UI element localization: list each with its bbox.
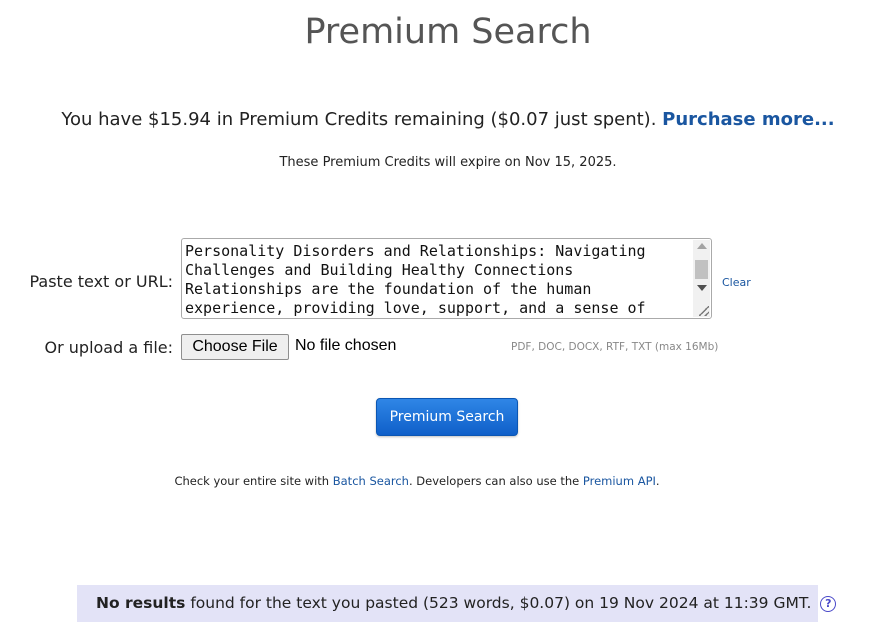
credits-line: You have $15.94 in Premium Credits remai… (0, 109, 881, 130)
file-formats-hint: PDF, DOC, DOCX, RTF, TXT (max 16Mb) (511, 341, 719, 353)
scroll-down-icon[interactable] (697, 285, 707, 291)
help-icon[interactable]: ? (820, 596, 837, 612)
premium-api-link[interactable]: Premium API (583, 474, 656, 488)
results-status: No results (96, 594, 186, 612)
clear-link[interactable]: Clear (722, 276, 751, 289)
batch-info: Check your entire site with Batch Search… (0, 474, 834, 488)
results-details: found for the text you pasted (523 words… (185, 594, 812, 612)
credits-expiry: These Premium Credits will expire on Nov… (279, 155, 617, 170)
paste-label: Paste text or URL: (29, 272, 173, 291)
batch-text-before: Check your entire site with (174, 474, 333, 488)
upload-label: Or upload a file: (44, 338, 173, 357)
resize-handle-icon[interactable] (699, 306, 709, 316)
scroll-up-icon[interactable] (697, 243, 707, 249)
scroll-thumb[interactable] (695, 260, 708, 279)
results-banner: No results found for the text you pasted… (77, 585, 837, 622)
premium-search-button[interactable]: Premium Search (376, 398, 518, 436)
textarea-content[interactable]: Personality Disorders and Relationships:… (185, 242, 691, 316)
batch-search-link[interactable]: Batch Search (333, 474, 409, 488)
purchase-more-link[interactable]: Purchase more... (662, 109, 834, 130)
choose-file-button[interactable]: Choose File (181, 334, 289, 360)
paste-textarea[interactable]: Personality Disorders and Relationships:… (181, 238, 712, 319)
page-title: Premium Search (304, 12, 592, 52)
batch-text-middle: . Developers can also use the (408, 474, 583, 488)
batch-text-after: . (655, 474, 660, 488)
no-file-text: No file chosen (295, 337, 397, 354)
credits-text: You have $15.94 in Premium Credits remai… (61, 109, 657, 130)
